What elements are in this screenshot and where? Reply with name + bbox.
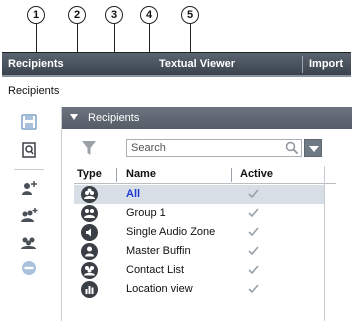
column-separator[interactable] [116,168,117,182]
active-checkbox[interactable] [248,207,259,218]
tab-underline [2,75,351,77]
recipients-section: Recipients Type Name Active [61,107,352,321]
toolbar-divider [14,169,44,170]
column-name[interactable]: Name [126,168,156,180]
callout-5: 5 [181,6,199,24]
section-header[interactable]: Recipients [62,107,352,129]
row-name[interactable]: Group 1 [126,207,166,219]
column-separator[interactable] [231,168,232,182]
table-row[interactable]: Single Audio Zone [74,223,324,242]
filter-icon[interactable] [80,139,98,157]
row-name[interactable]: All [126,188,140,200]
callout-2: 2 [68,6,86,24]
search-input[interactable] [131,140,281,156]
table-row[interactable]: All [74,185,324,204]
callout-4: 4 [140,6,158,24]
add-recipient-icon[interactable] [18,177,40,199]
tab-import[interactable]: Import [309,53,343,76]
table-row[interactable]: Group 1 [74,204,324,223]
table-scrollbar[interactable] [324,166,325,321]
table-header: Type Name Active [74,166,336,184]
tab-recipients[interactable]: Recipients [8,53,64,76]
row-name[interactable]: Master Buffin [126,245,191,257]
all-recipients-icon [81,186,98,203]
left-toolbar [10,107,50,321]
search-icon[interactable] [285,141,299,155]
search-box [126,139,302,157]
remove-icon[interactable] [18,257,40,279]
row-name[interactable]: Single Audio Zone [126,226,215,238]
active-checkbox[interactable] [248,283,259,294]
search-options-dropdown[interactable] [304,139,322,157]
tab-bar: Recipients Textual Viewer Import [2,52,351,75]
page-title: Recipients [8,85,60,97]
table-row[interactable]: Contact List [74,261,324,280]
callout-3: 3 [105,6,123,24]
recipients-table: Type Name Active All Group 1 Single Audi… [74,166,336,321]
tab-textual-viewer[interactable]: Textual Viewer [159,53,235,76]
callout-1: 1 [27,6,45,24]
group-icon[interactable] [18,231,40,253]
column-type[interactable]: Type [77,168,102,180]
active-checkbox[interactable] [248,245,259,256]
group-icon [81,205,98,222]
save-icon[interactable] [18,111,40,133]
table-row[interactable]: Master Buffin [74,242,324,261]
section-title: Recipients [88,112,140,124]
table-row[interactable]: Location view [74,280,324,299]
person-icon [81,243,98,260]
contact-list-icon [81,262,98,279]
active-checkbox[interactable] [248,188,259,199]
collapse-caret-icon[interactable] [70,114,78,120]
tab-separator [302,56,303,73]
row-name[interactable]: Contact List [126,264,184,276]
location-view-icon [81,281,98,298]
column-active[interactable]: Active [240,168,273,180]
recipients-window: Recipients Textual Viewer Import Recipie… [2,52,352,321]
audio-zone-icon [81,224,98,241]
active-checkbox[interactable] [248,264,259,275]
row-name[interactable]: Location view [126,283,193,295]
preview-icon[interactable] [18,139,40,161]
active-checkbox[interactable] [248,226,259,237]
add-group-icon[interactable] [18,204,40,226]
